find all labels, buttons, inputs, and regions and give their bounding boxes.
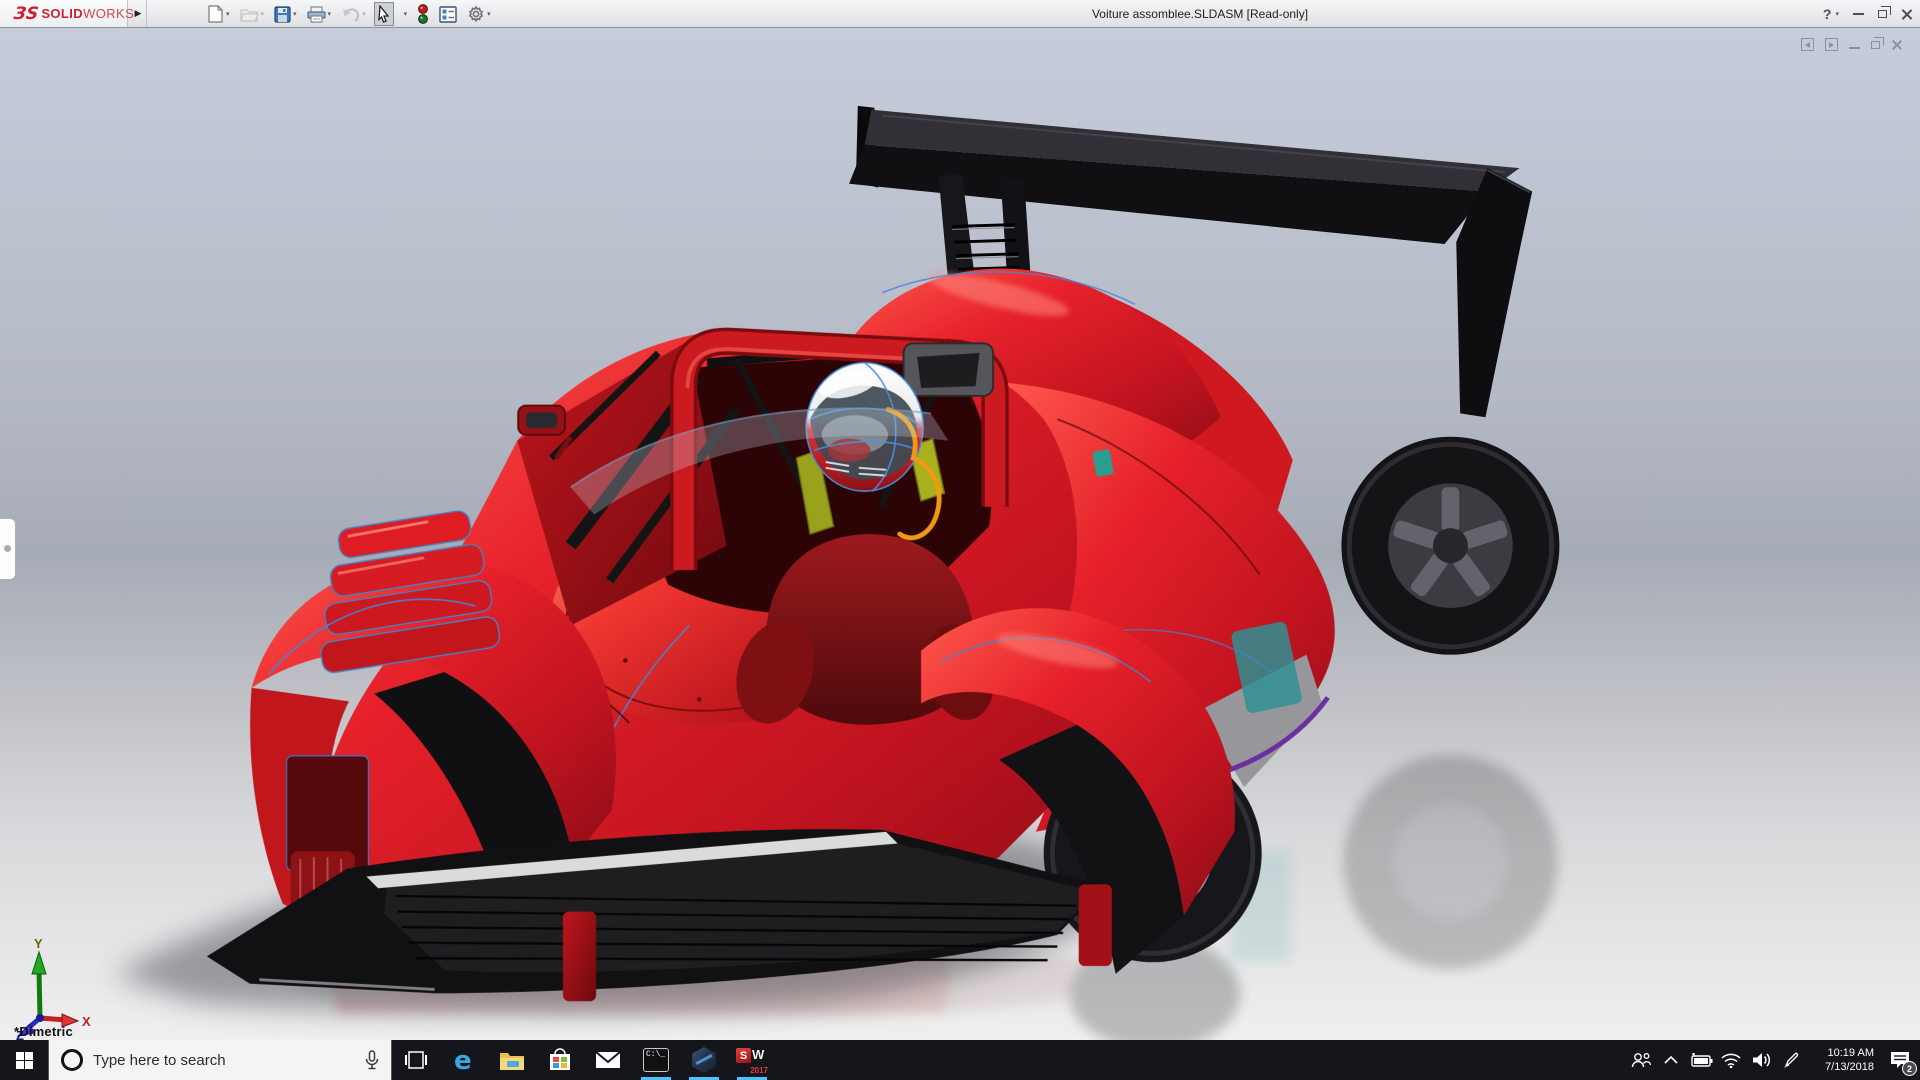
solidworks-window: ЗS SOLIDWORKS ▶ ▾ ▾: [0, 0, 1920, 1080]
rebuild-button[interactable]: [415, 1, 431, 27]
command-prompt-icon: C:\_: [643, 1048, 669, 1072]
taskbar-clock[interactable]: 10:19 AM 7/13/2018: [1810, 1046, 1874, 1074]
command-prompt-button[interactable]: C:\_: [632, 1040, 680, 1080]
start-button[interactable]: [0, 1040, 48, 1080]
volume-button[interactable]: [1746, 1040, 1776, 1080]
store-icon: [548, 1048, 572, 1072]
file-explorer-button[interactable]: [488, 1040, 536, 1080]
edge-icon: e: [450, 1046, 478, 1074]
task-view-icon: [405, 1051, 427, 1069]
open-folder-icon: [240, 6, 259, 22]
microphone-icon[interactable]: [365, 1050, 379, 1070]
people-icon: [1631, 1051, 1651, 1069]
print-button[interactable]: ▾: [305, 3, 334, 26]
mail-icon: [595, 1050, 621, 1070]
assembly-render[interactable]: [0, 28, 1920, 1040]
rear-wheel[interactable]: [1341, 437, 1559, 655]
select-tool-dropdown[interactable]: ▾: [400, 7, 410, 21]
restore-icon[interactable]: [1878, 10, 1887, 18]
title-bar: ЗS SOLIDWORKS ▶ ▾ ▾: [0, 0, 1920, 28]
minimize-icon[interactable]: [1853, 13, 1864, 15]
open-button[interactable]: ▾: [238, 3, 267, 25]
rebuild-traffic-light-icon: [417, 4, 429, 24]
solidworks-logo: ЗS SOLIDWORKS: [0, 0, 128, 27]
solidworks-taskbar-button[interactable]: S W 2017: [728, 1040, 776, 1080]
save-button[interactable]: ▾: [272, 3, 299, 26]
new-document-icon: [207, 5, 224, 23]
taskbar-apps: e: [392, 1040, 776, 1080]
edge-button[interactable]: e: [440, 1040, 488, 1080]
doc-close-icon[interactable]: [1891, 39, 1902, 50]
clock-date: 7/13/2018: [1810, 1060, 1874, 1074]
graphics-viewport[interactable]: Y X Z *Dimetric: [0, 28, 1920, 1040]
wifi-button[interactable]: [1716, 1040, 1746, 1080]
feature-manager-collapsed-tab[interactable]: [0, 518, 16, 580]
logo-text-works: WORKS: [83, 6, 134, 21]
hexagon-app-icon: [691, 1047, 717, 1073]
pen-icon: [1783, 1052, 1800, 1069]
triad-x-label: X: [82, 1014, 91, 1029]
doc-restore-icon[interactable]: [1871, 41, 1880, 49]
undo-arrow-icon: [341, 7, 360, 22]
battery-charging-icon: [1689, 1053, 1713, 1067]
notification-badge: 2: [1902, 1061, 1917, 1076]
store-button[interactable]: [536, 1040, 584, 1080]
document-title: Voiture assomblee.SLDASM [Read-only]: [1000, 0, 1400, 27]
people-button[interactable]: [1626, 1040, 1656, 1080]
cortana-icon[interactable]: [61, 1049, 83, 1071]
print-icon: [307, 6, 326, 23]
solidworks-2017-icon: S W 2017: [736, 1045, 768, 1075]
close-icon[interactable]: [1901, 8, 1912, 19]
collapse-pane-right-icon[interactable]: [1825, 38, 1838, 51]
show-hidden-icons-button[interactable]: [1656, 1040, 1686, 1080]
undo-button[interactable]: ▾: [339, 4, 368, 25]
search-input[interactable]: [93, 1052, 353, 1069]
mail-button[interactable]: [584, 1040, 632, 1080]
task-view-button[interactable]: [392, 1040, 440, 1080]
help-dropdown[interactable]: ▾: [1835, 10, 1839, 18]
triad-y-label: Y: [34, 936, 43, 951]
save-floppy-icon: [274, 6, 291, 23]
display-pane-button[interactable]: [437, 3, 459, 26]
wifi-icon: [1721, 1053, 1741, 1068]
windows-logo-icon: [16, 1052, 33, 1069]
select-cursor-icon: [376, 5, 392, 23]
document-window-controls: [1801, 38, 1902, 51]
doc-minimize-icon[interactable]: [1849, 47, 1860, 49]
help-button[interactable]: ?: [1823, 6, 1832, 22]
new-document-button[interactable]: ▾: [205, 2, 232, 26]
battery-button[interactable]: [1686, 1040, 1716, 1080]
menu-flyout-arrow[interactable]: ▶: [130, 0, 147, 27]
options-button[interactable]: ▾: [465, 2, 493, 26]
select-tool-button[interactable]: [374, 2, 394, 26]
file-explorer-icon: [499, 1050, 525, 1071]
display-pane-list-icon: [439, 6, 457, 23]
options-gear-icon: [467, 5, 485, 23]
logo-text-solid: SOLID: [41, 6, 83, 21]
window-controls: ? ▾: [1823, 0, 1912, 27]
quick-access-toolbar: ▾ ▾ ▾: [205, 0, 499, 28]
system-tray: 10:19 AM 7/13/2018 2: [1626, 1040, 1920, 1080]
svg-text:e: e: [454, 1046, 472, 1074]
clock-time: 10:19 AM: [1810, 1046, 1874, 1060]
collapse-pane-left-icon[interactable]: [1801, 38, 1814, 51]
chevron-up-icon: [1664, 1056, 1678, 1064]
view-orientation-label: *Dimetric: [14, 1024, 73, 1039]
taskbar-search[interactable]: [48, 1040, 392, 1080]
taskbar: e: [0, 1040, 1920, 1080]
edrawings-button[interactable]: [680, 1040, 728, 1080]
ds-logo-mark-icon: ЗS: [13, 4, 40, 24]
windows-ink-button[interactable]: [1776, 1040, 1806, 1080]
action-center-button[interactable]: 2: [1880, 1040, 1920, 1080]
speaker-icon: [1752, 1052, 1771, 1068]
